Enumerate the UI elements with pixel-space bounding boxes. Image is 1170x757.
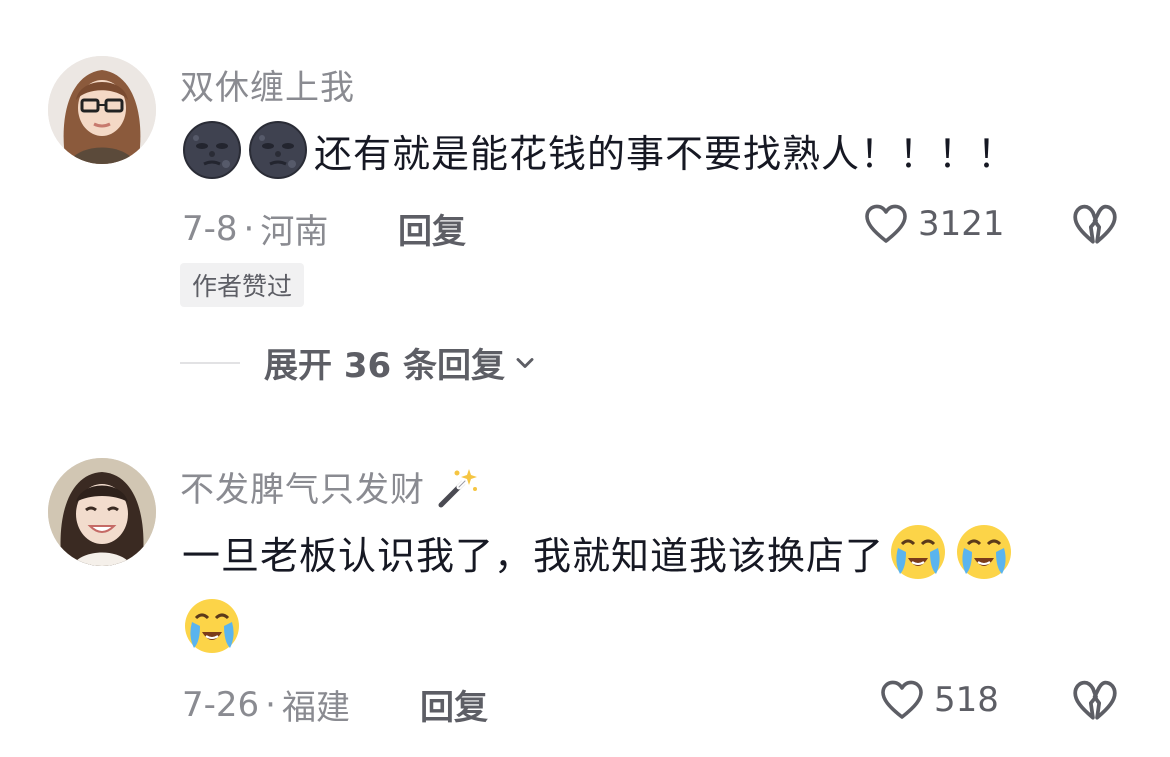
expand-divider: [180, 361, 240, 364]
comment-location: 福建: [281, 688, 350, 728]
avatar-image-girl-glasses: [48, 56, 156, 164]
comment-body: 一旦老板认识我了，我就知道我该换店了: [182, 533, 885, 578]
crying-face-emoji: [182, 596, 242, 656]
broken-heart-icon: [1073, 204, 1117, 244]
avatar[interactable]: [48, 458, 156, 566]
username[interactable]: 双休缠上我: [180, 60, 355, 109]
broken-heart-icon: [1073, 680, 1117, 720]
expand-replies-label: 展开 36 条回复: [264, 346, 505, 386]
comment-1: 双休缠上我 还有就是能花钱的事不要找熟人！！！！ 7-8 · 河南 回复 312…: [0, 0, 1170, 400]
author-liked-badge: 作者赞过: [180, 263, 305, 307]
dislike-button[interactable]: [1070, 200, 1120, 254]
crying-face-emoji: [888, 522, 948, 582]
meta-separator: ·: [265, 684, 276, 725]
like-count: 3121: [918, 204, 1005, 244]
reply-button[interactable]: 回复: [420, 680, 488, 729]
username-text: 不发脾气只发财: [180, 470, 425, 510]
username[interactable]: 不发脾气只发财: [180, 462, 481, 511]
comment-text: 还有就是能花钱的事不要找熟人！！！！: [182, 120, 1016, 180]
new-moon-face-emoji: [182, 120, 242, 180]
new-moon-face-emoji: [248, 120, 308, 180]
like-count: 518: [934, 680, 999, 720]
avatar[interactable]: [48, 56, 156, 164]
comment-date: 7-8: [182, 208, 238, 249]
comment-location: 河南: [260, 212, 329, 252]
heart-icon: [865, 204, 907, 243]
comment-meta: 7-26 · 福建: [182, 680, 350, 729]
comment-text-line-2: [182, 596, 248, 656]
crying-face-emoji: [954, 522, 1014, 582]
like-button[interactable]: 3121: [862, 200, 1005, 248]
avatar-image-smiling-girl: [48, 458, 156, 566]
magic-wand-icon: [433, 463, 481, 511]
chevron-down-icon: [516, 357, 534, 368]
comment-text: 一旦老板认识我了，我就知道我该换店了: [182, 522, 1020, 582]
comment-meta: 7-8 · 河南: [182, 204, 328, 253]
meta-separator: ·: [243, 208, 255, 249]
expand-replies-button[interactable]: 展开 36 条回复: [180, 338, 539, 387]
like-button[interactable]: 518: [878, 676, 999, 724]
reply-button[interactable]: 回复: [398, 204, 466, 253]
dislike-button[interactable]: [1070, 676, 1120, 730]
heart-icon: [881, 680, 923, 719]
comment-date: 7-26: [182, 684, 260, 725]
comment-body: 还有就是能花钱的事不要找熟人！！！！: [314, 131, 1017, 176]
comment-2: 不发脾气只发财 一旦老板认识我了，我就知道我该换店了 7-26 · 福建 回复 …: [0, 440, 1170, 757]
